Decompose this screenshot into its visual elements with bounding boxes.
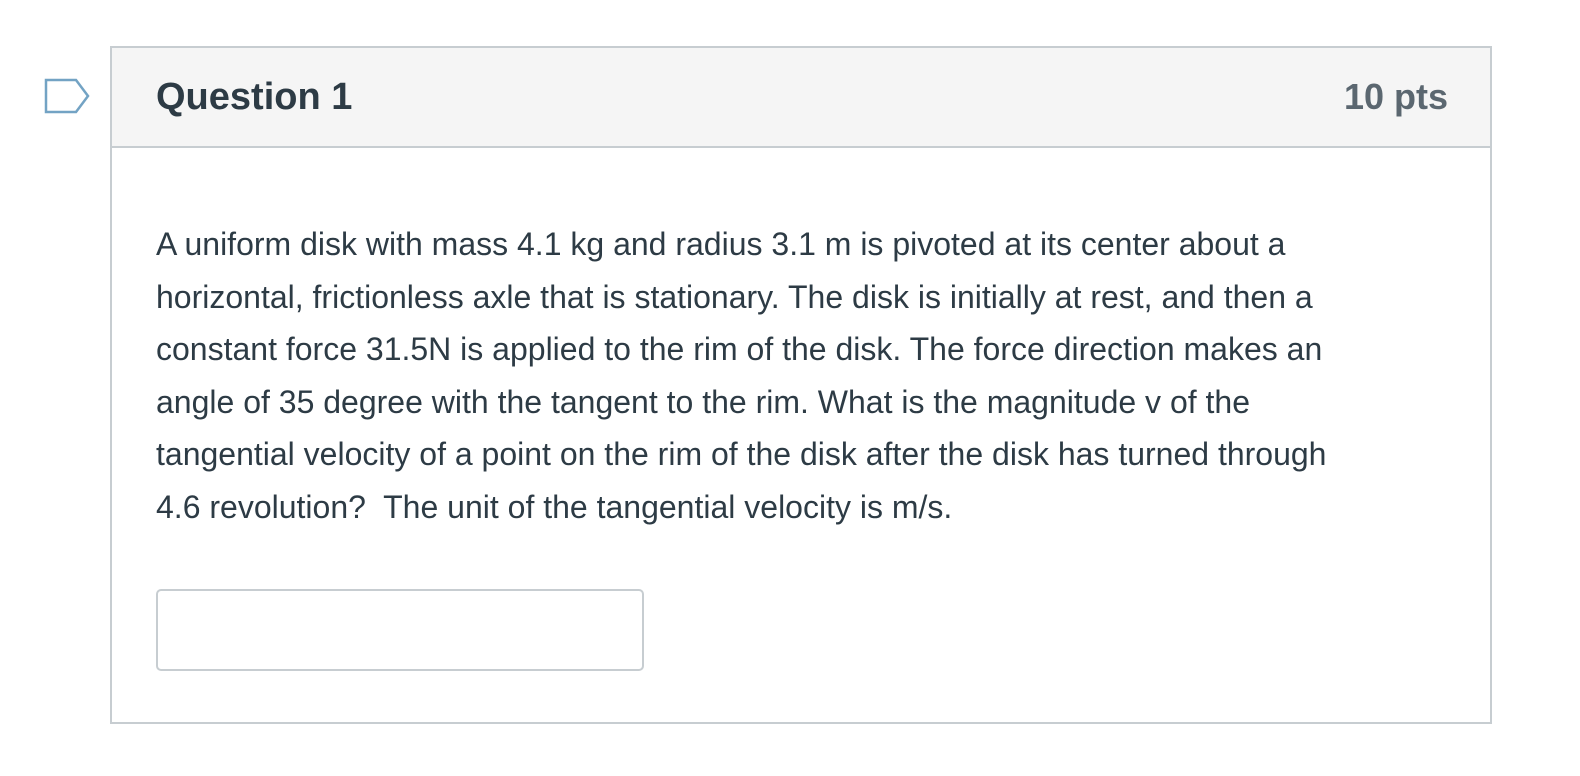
quiz-page: Question 1 10 pts A uniform disk with ma… [0, 0, 1580, 776]
question-points: 10 pts [1343, 76, 1448, 117]
question-text-line: tangential velocity of a point on the ri… [156, 436, 1327, 472]
question-text-line: constant force 31.5N is applied to the r… [156, 331, 1323, 367]
question-card: Question 1 10 pts A uniform disk with ma… [110, 46, 1492, 724]
question-text-line: A uniform disk with mass 4.1 kg and radi… [156, 226, 1286, 262]
question-text: A uniform disk with mass 4.1 kg and radi… [156, 218, 1456, 533]
question-header: Question 1 10 pts [112, 48, 1490, 148]
bookmark-flag-icon [44, 78, 90, 114]
answer-input[interactable] [156, 589, 644, 671]
question-title: Question 1 [156, 75, 353, 118]
question-text-line: angle of 35 degree with the tangent to t… [156, 383, 1250, 420]
question-text-line: horizontal, frictionless axle that is st… [156, 278, 1313, 315]
question-text-line: 4.6 revolution? The unit of the tangenti… [156, 488, 953, 525]
flag-question-icon[interactable] [44, 78, 90, 114]
question-body: A uniform disk with mass 4.1 kg and radi… [112, 148, 1490, 671]
